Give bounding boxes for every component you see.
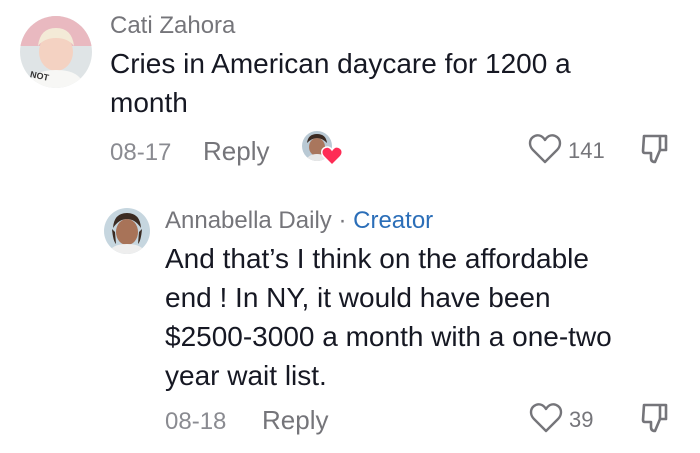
comment-author[interactable]: Cati Zahora (110, 12, 235, 40)
comment-dislike-icon[interactable] (641, 133, 671, 165)
creator-liked-indicator (302, 131, 344, 167)
reply-text-line-1: And that’s I think on the affordable (165, 243, 589, 274)
comment-text-line-1: Cries in American daycare for 1200 a (110, 48, 571, 79)
comment-text-line-2: month (110, 87, 188, 118)
comment-reply-button[interactable]: Reply (203, 136, 269, 167)
reply-like-count: 39 (569, 407, 594, 432)
reply-header: Annabella Daily · Creator (165, 207, 433, 235)
reply-text-line-2: end ! In NY, it would have been (165, 282, 551, 313)
reply-date: 08-18 (165, 408, 227, 435)
reply-avatar[interactable] (104, 208, 150, 254)
comment-avatar[interactable]: NOT (20, 16, 92, 88)
creator-liked-heart-icon (321, 146, 343, 166)
reply-text-line-4: year wait list. (165, 360, 327, 391)
reply-like-heart-icon[interactable] (529, 403, 563, 433)
reply-text-line-3: $2500-3000 a month with a one-two (165, 321, 612, 352)
comment-date: 08-17 (110, 139, 172, 166)
comment-like-count: 141 (568, 138, 605, 163)
reply-dislike-icon[interactable] (641, 402, 671, 434)
creator-badge: Creator (353, 207, 434, 234)
comment-like-heart-icon[interactable] (528, 134, 562, 164)
reply-author[interactable]: Annabella Daily (165, 207, 332, 234)
reply-separator: · (338, 207, 347, 234)
reply-reply-button[interactable]: Reply (262, 405, 328, 436)
